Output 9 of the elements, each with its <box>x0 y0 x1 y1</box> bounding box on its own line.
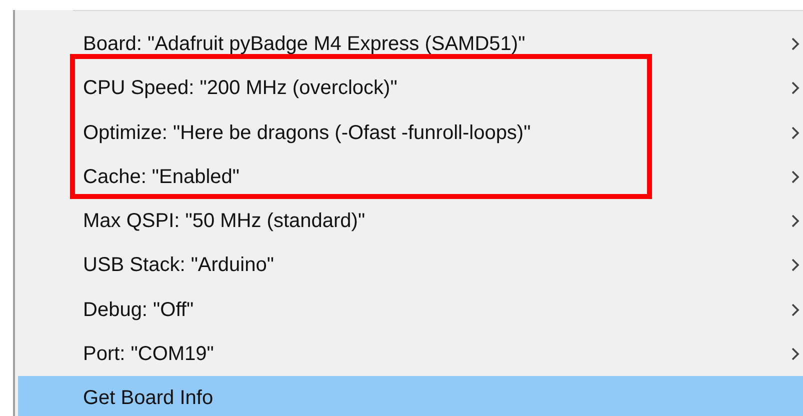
menu-item[interactable]: Optimize: "Here be dragons (-Ofast -funroll-loops)" <box>18 110 803 155</box>
menu-item[interactable]: Port: "COM19" <box>18 332 803 376</box>
menu-item[interactable]: Cache: "Enabled" <box>18 154 803 200</box>
menu-item[interactable]: CPU Speed: "200 MHz (overclock)" <box>18 66 803 111</box>
menu-item[interactable]: Board: "Adafruit pyBadge M4 Express (SAMD51)" <box>18 22 803 66</box>
menu-item[interactable]: Debug: "Off" <box>18 288 803 332</box>
menu-item[interactable]: USB Stack: "Arduino" <box>18 243 803 288</box>
menu-item[interactable]: Max QSPI: "50 MHz (standard)" <box>18 199 803 244</box>
menu-item[interactable]: Get Board Info <box>18 376 803 416</box>
